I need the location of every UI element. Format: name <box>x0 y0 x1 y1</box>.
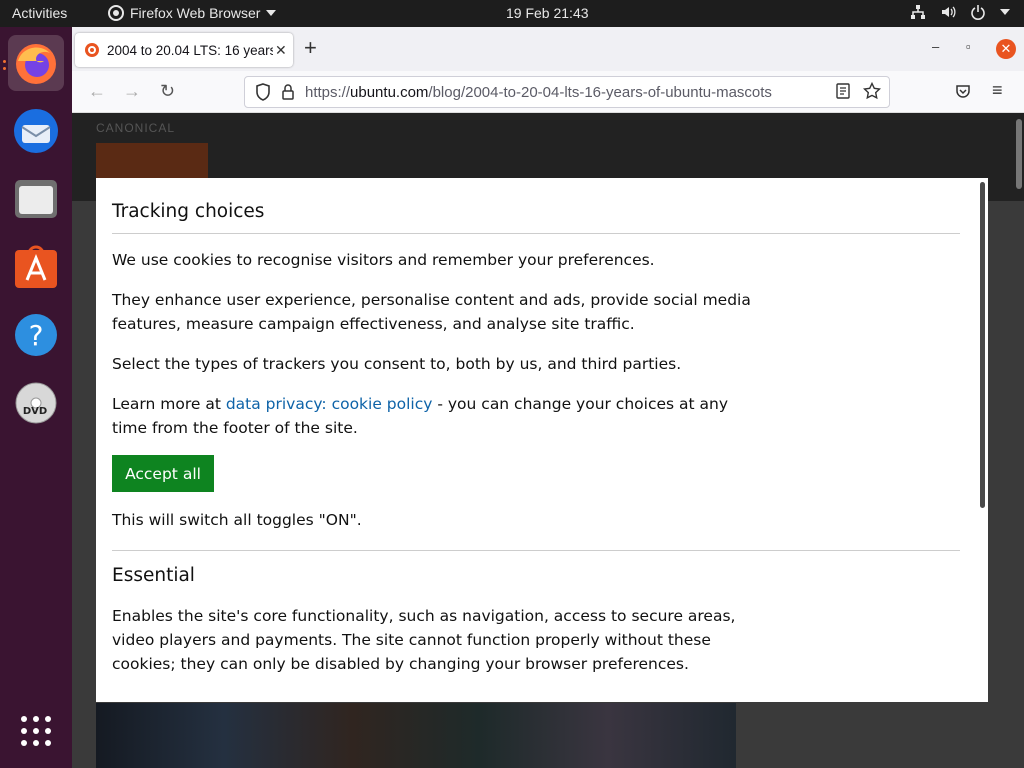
show-applications-button[interactable] <box>8 703 64 759</box>
reader-view-icon[interactable] <box>835 82 851 100</box>
grid-icon <box>21 716 51 746</box>
divider <box>112 233 960 234</box>
tab-title: 2004 to 20.04 LTS: 16 years of Ubuntu ma… <box>107 42 273 58</box>
page-viewport: CANONICAL Tracking choices We use cookie… <box>72 113 1024 768</box>
system-tray[interactable] <box>910 4 1010 20</box>
browser-window: 2004 to 20.04 LTS: 16 years of Ubuntu ma… <box>72 27 1024 768</box>
learn-more-text: Learn more at data privacy: cookie polic… <box>112 395 729 437</box>
modal-title: Tracking choices <box>112 201 265 222</box>
page-scrollbar[interactable] <box>1016 119 1022 189</box>
ubuntu-favicon-icon <box>85 43 99 57</box>
dock-dvd[interactable]: DVD <box>8 375 64 431</box>
dock-files[interactable] <box>8 171 64 227</box>
intro-text: We use cookies to recognise visitors and… <box>112 251 655 269</box>
dock-help[interactable]: ? <box>8 307 64 363</box>
svg-text:?: ? <box>29 319 44 352</box>
new-tab-button[interactable]: + <box>304 36 317 60</box>
dock: ? DVD <box>0 27 72 768</box>
cookie-consent-modal: Tracking choices We use cookies to recog… <box>96 178 988 702</box>
running-indicator <box>3 67 6 70</box>
chevron-down-icon <box>266 10 277 16</box>
power-icon <box>971 5 985 20</box>
app-menu-label: Firefox Web Browser <box>130 5 261 21</box>
divider <box>112 550 960 551</box>
dock-firefox[interactable] <box>8 35 64 91</box>
minimize-button[interactable]: – <box>932 39 939 54</box>
essential-heading: Essential <box>112 565 195 586</box>
bookmark-star-icon[interactable] <box>863 82 881 100</box>
maximize-button[interactable]: ▫ <box>966 39 971 54</box>
dock-thunderbird[interactable] <box>8 103 64 159</box>
forward-button[interactable]: → <box>123 81 141 102</box>
mascots-image <box>96 703 736 768</box>
back-button[interactable]: ← <box>88 81 106 102</box>
network-icon <box>911 5 925 19</box>
files-icon <box>15 180 57 218</box>
tab-active[interactable]: 2004 to 20.04 LTS: 16 years of Ubuntu ma… <box>75 33 293 67</box>
firefox-icon <box>16 44 56 84</box>
canonical-logo: CANONICAL <box>96 121 176 135</box>
reload-button[interactable]: ↻ <box>160 81 175 102</box>
firefox-app-icon <box>108 5 124 21</box>
thunderbird-icon <box>14 109 58 153</box>
software-store-icon <box>15 245 57 288</box>
menu-icon[interactable]: ≡ <box>992 80 1003 101</box>
essential-text: Enables the site's core functionality, s… <box>112 607 736 673</box>
close-tab-icon[interactable]: ✕ <box>275 42 287 59</box>
app-menu[interactable]: Firefox Web Browser <box>108 5 277 21</box>
modal-scrollbar[interactable] <box>980 182 985 508</box>
url-bar[interactable]: https://ubuntu.com/blog/2004-to-20-04-lt… <box>244 76 890 108</box>
nav-bar: ← → ↻ https://ubuntu.com/blog/2004-to-20… <box>72 71 1024 113</box>
accept-all-button[interactable]: Accept all <box>112 455 214 492</box>
volume-icon <box>942 6 956 18</box>
running-indicator <box>3 60 6 63</box>
select-text: Select the types of trackers you consent… <box>112 355 682 373</box>
dock-ubuntu-software[interactable] <box>8 239 64 295</box>
lock-icon[interactable] <box>281 84 295 100</box>
close-window-button[interactable]: ✕ <box>996 39 1016 59</box>
svg-text:DVD: DVD <box>23 406 47 417</box>
activities-button[interactable]: Activities <box>12 5 67 21</box>
dvd-icon: DVD <box>15 382 57 424</box>
shield-icon[interactable] <box>255 83 271 101</box>
help-icon: ? <box>15 314 57 356</box>
cookie-policy-link[interactable]: data privacy: cookie policy <box>226 395 433 413</box>
pocket-icon[interactable] <box>955 83 971 99</box>
accept-note: This will switch all toggles "ON". <box>112 511 362 529</box>
top-bar: Activities Firefox Web Browser 19 Feb 21… <box>0 0 1024 27</box>
clock[interactable]: 19 Feb 21:43 <box>506 5 589 21</box>
chevron-down-icon <box>1000 9 1010 15</box>
tab-bar: 2004 to 20.04 LTS: 16 years of Ubuntu ma… <box>72 27 1024 71</box>
url-text: https://ubuntu.com/blog/2004-to-20-04-lt… <box>305 83 772 101</box>
purpose-text: They enhance user experience, personalis… <box>112 291 751 333</box>
